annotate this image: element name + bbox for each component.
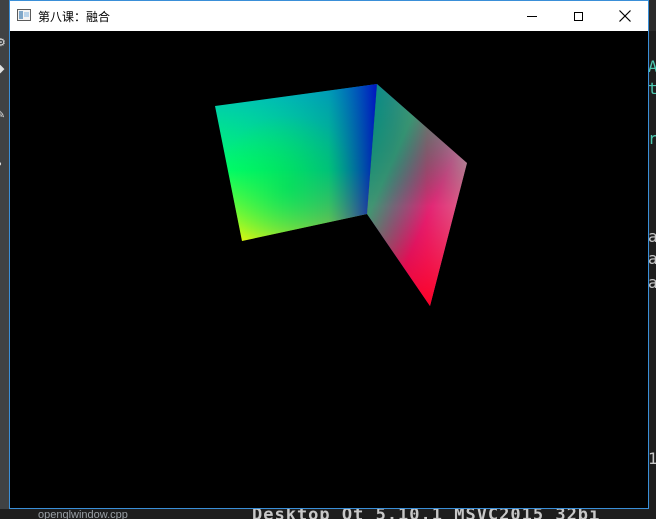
opengl-canvas[interactable] — [10, 31, 648, 508]
tools-icon[interactable]: ✎ — [0, 108, 8, 122]
editor-char: 1 — [649, 449, 656, 468]
minimize-icon — [527, 15, 537, 17]
app-icon — [17, 9, 31, 21]
editor-char: a — [649, 227, 656, 246]
editor-char: r — [649, 129, 656, 148]
editor-char: a — [649, 273, 656, 292]
minimize-button[interactable] — [509, 1, 555, 31]
editor-char: A — [649, 57, 656, 76]
debug-icon[interactable]: ⚙ — [0, 36, 8, 50]
editor-char: t — [649, 79, 656, 98]
app-window: 第八课：融合 — [9, 0, 649, 509]
kit-status-text: Desktop Qt 5.10.1 MSVC2015 32bi — [252, 509, 601, 519]
blended-shape — [215, 84, 467, 306]
open-file-tab[interactable]: openglwindow.cpp — [38, 510, 128, 519]
project-icon[interactable]: ◆ — [0, 62, 8, 76]
window-title: 第八课：融合 — [38, 10, 111, 24]
close-icon — [618, 10, 631, 22]
close-button[interactable] — [601, 1, 648, 31]
maximize-button[interactable] — [555, 1, 601, 31]
right-face — [367, 84, 467, 306]
help-icon[interactable]: ? — [0, 160, 8, 174]
left-face — [215, 84, 377, 241]
ide-editor-edge: A t r a a a 1 — [649, 31, 656, 519]
maximize-icon — [573, 11, 583, 21]
editor-char: a — [649, 249, 656, 268]
ide-left-toolbar: ⚙ ◆ ✎ ? — [0, 0, 9, 519]
title-bar[interactable]: 第八课：融合 — [10, 1, 648, 31]
ide-bottom-bar: openglwindow.cpp Desktop Qt 5.10.1 MSVC2… — [0, 509, 656, 519]
